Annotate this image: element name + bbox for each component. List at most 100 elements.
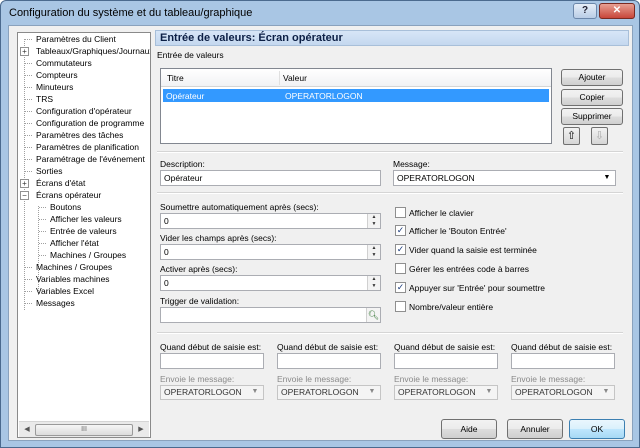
tree-item-planning-settings[interactable]: Paramètres de planification bbox=[36, 142, 139, 153]
entry-start-input-1[interactable] bbox=[160, 353, 264, 369]
tree-connector bbox=[25, 303, 32, 304]
entry-start-input-4[interactable] bbox=[511, 353, 615, 369]
help-button[interactable]: Aide bbox=[441, 419, 497, 439]
tree-connector bbox=[39, 243, 46, 244]
value-entry-list[interactable]: Titre Valeur Opérateur OPERATORLOGON bbox=[160, 68, 552, 144]
tree-item-charts[interactable]: Tableaux/Graphiques/Journaux bbox=[36, 46, 150, 57]
trigger-label: Trigger de validation: bbox=[160, 296, 240, 306]
expand-icon[interactable]: + bbox=[20, 179, 29, 188]
move-down-icon[interactable]: ⇩ bbox=[591, 127, 608, 145]
tree-item-buttons[interactable]: Boutons bbox=[50, 202, 81, 213]
barcode-checkbox[interactable] bbox=[395, 263, 406, 274]
trigger-input[interactable]: 🔍︎ bbox=[160, 307, 381, 323]
scroll-thumb[interactable]: III bbox=[35, 424, 133, 436]
list-row-selected[interactable]: Opérateur OPERATORLOGON bbox=[163, 89, 549, 102]
scroll-left-icon[interactable]: ◀ bbox=[21, 424, 33, 436]
integer-only-checkbox[interactable] bbox=[395, 301, 406, 312]
tree-item-status-screens[interactable]: Écrans d'état bbox=[36, 178, 85, 189]
send-message-label-1: Envoie le message: bbox=[160, 374, 235, 384]
tree-item-excel-variables[interactable]: Variables Excel bbox=[36, 286, 94, 297]
delete-button[interactable]: Supprimer bbox=[561, 108, 623, 125]
chevron-down-icon: ▼ bbox=[485, 388, 493, 395]
spin-down-icon[interactable]: ▼ bbox=[368, 283, 380, 290]
tree-item-value-entry[interactable]: Entrée de valeurs bbox=[50, 226, 117, 237]
tree-item-client-settings[interactable]: Paramètres du Client bbox=[36, 34, 116, 45]
clear-fields-input[interactable]: 0 ▲ ▼ bbox=[160, 244, 381, 260]
spin-down-icon[interactable]: ▼ bbox=[368, 252, 380, 259]
enter-to-submit-checkbox[interactable]: ✓ bbox=[395, 282, 406, 293]
clear-fields-spinner[interactable]: ▲ ▼ bbox=[367, 245, 380, 259]
chevron-down-icon: ▼ bbox=[251, 388, 259, 395]
tree-item-trs[interactable]: TRS bbox=[36, 94, 53, 105]
chevron-down-icon: ▼ bbox=[368, 388, 376, 395]
copy-button[interactable]: Copier bbox=[561, 89, 623, 106]
tree-item-task-settings[interactable]: Paramètres des tâches bbox=[36, 130, 123, 141]
help-title-button[interactable]: ? bbox=[573, 3, 597, 19]
tree-item-operator-screens[interactable]: Écrans opérateur bbox=[36, 190, 101, 201]
tree-item-operator-config[interactable]: Configuration d'opérateur bbox=[36, 106, 132, 117]
tree-connector bbox=[24, 39, 25, 310]
expand-icon[interactable]: + bbox=[20, 47, 29, 56]
spin-up-icon[interactable]: ▲ bbox=[368, 214, 380, 221]
show-keyboard-label[interactable]: Afficher le clavier bbox=[409, 208, 474, 218]
activate-spinner[interactable]: ▲ ▼ bbox=[367, 276, 380, 290]
clear-on-complete-label[interactable]: Vider quand la saisie est terminée bbox=[409, 245, 537, 255]
tree-item-show-values[interactable]: Afficher les valeurs bbox=[50, 214, 122, 225]
clear-on-complete-checkbox[interactable]: ✓ bbox=[395, 244, 406, 255]
ok-button[interactable]: OK bbox=[569, 419, 625, 439]
spin-up-icon[interactable]: ▲ bbox=[368, 276, 380, 283]
column-separator[interactable] bbox=[279, 71, 280, 85]
send-message-select-3[interactable]: OPERATORLOGON ▼ bbox=[394, 385, 498, 400]
title-bar[interactable]: Configuration du système et du tableau/g… bbox=[1, 1, 639, 25]
search-icon[interactable]: 🔍︎ bbox=[366, 308, 380, 322]
tree-item-machines-groups-sub[interactable]: Machines / Groupes bbox=[50, 250, 126, 261]
enter-to-submit-label[interactable]: Appuyer sur 'Entrée' pour soumettre bbox=[409, 283, 545, 293]
cancel-button[interactable]: Annuler bbox=[507, 419, 563, 439]
tree-item-program-config[interactable]: Configuration de programme bbox=[36, 118, 144, 129]
tree-connector bbox=[39, 207, 46, 208]
chevron-down-icon: ▼ bbox=[602, 388, 610, 395]
tree-item-messages[interactable]: Messages bbox=[36, 298, 75, 309]
auto-submit-input[interactable]: 0 ▲ ▼ bbox=[160, 213, 381, 229]
column-header-value[interactable]: Valeur bbox=[283, 73, 307, 83]
activate-input[interactable]: 0 ▲ ▼ bbox=[160, 275, 381, 291]
settings-tree[interactable]: Paramètres du Client + Tableaux/Graphiqu… bbox=[17, 32, 151, 438]
tree-item-machine-variables[interactable]: Variables machines bbox=[36, 274, 110, 285]
send-message-select-1[interactable]: OPERATORLOGON ▼ bbox=[160, 385, 264, 400]
send-message-value-3: OPERATORLOGON bbox=[398, 387, 476, 397]
spin-up-icon[interactable]: ▲ bbox=[368, 245, 380, 252]
message-label: Message: bbox=[393, 159, 430, 169]
tree-item-show-status[interactable]: Afficher l'état bbox=[50, 238, 99, 249]
tree-item-machines-groups[interactable]: Machines / Groupes bbox=[36, 262, 112, 273]
tree-item-counters[interactable]: Compteurs bbox=[36, 70, 78, 81]
tree-horizontal-scrollbar[interactable]: ◀ III ▶ bbox=[19, 421, 149, 437]
tree-connector bbox=[25, 111, 32, 112]
show-keyboard-checkbox[interactable] bbox=[395, 207, 406, 218]
entry-start-input-3[interactable] bbox=[394, 353, 498, 369]
tree-item-outputs[interactable]: Sorties bbox=[36, 166, 62, 177]
tree-item-switches[interactable]: Commutateurs bbox=[36, 58, 92, 69]
message-select[interactable]: OPERATORLOGON ▼ bbox=[393, 170, 616, 186]
spin-down-icon[interactable]: ▼ bbox=[368, 221, 380, 228]
column-header-title[interactable]: Titre bbox=[167, 73, 184, 83]
entry-start-label-4: Quand début de saisie est: bbox=[511, 342, 613, 352]
separator bbox=[157, 192, 623, 194]
scroll-right-icon[interactable]: ▶ bbox=[135, 424, 147, 436]
auto-submit-spinner[interactable]: ▲ ▼ bbox=[367, 214, 380, 228]
move-up-icon[interactable]: ⇧ bbox=[563, 127, 580, 145]
description-input[interactable]: Opérateur bbox=[160, 170, 381, 186]
tree-item-event-settings[interactable]: Paramétrage de l'événement bbox=[36, 154, 145, 165]
show-enter-button-checkbox[interactable]: ✓ bbox=[395, 225, 406, 236]
add-button[interactable]: Ajouter bbox=[561, 69, 623, 86]
send-message-select-2[interactable]: OPERATORLOGON ▼ bbox=[277, 385, 381, 400]
group-label: Entrée de valeurs bbox=[157, 50, 224, 60]
close-button[interactable]: ✕ bbox=[599, 3, 635, 19]
entry-start-input-2[interactable] bbox=[277, 353, 381, 369]
barcode-label[interactable]: Gérer les entrées code à barres bbox=[409, 264, 529, 274]
collapse-icon[interactable]: − bbox=[20, 191, 29, 200]
send-message-select-4[interactable]: OPERATORLOGON ▼ bbox=[511, 385, 615, 400]
tree-item-timers[interactable]: Minuteurs bbox=[36, 82, 73, 93]
show-enter-button-label[interactable]: Afficher le 'Bouton Entrée' bbox=[409, 226, 507, 236]
integer-only-label[interactable]: Nombre/valeur entière bbox=[409, 302, 493, 312]
send-message-value-4: OPERATORLOGON bbox=[515, 387, 593, 397]
